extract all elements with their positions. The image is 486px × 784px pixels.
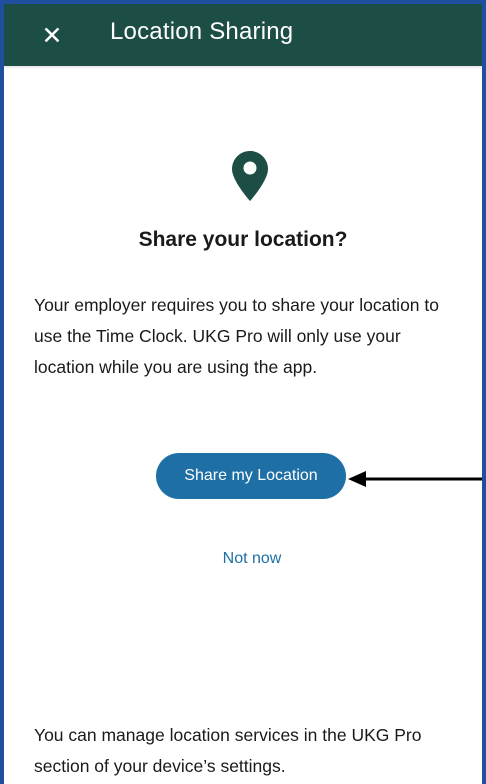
settings-note: You can manage location services in the … [34,725,422,776]
dialog-title: Share your location? [138,228,348,251]
dialog-message: Your employer requires you to share your… [34,295,439,377]
page-title: Location Sharing [110,18,294,45]
share-location-button[interactable]: Share my Location [156,453,346,499]
app-frame: ✕ Location Sharing Share your location? … [0,0,486,784]
top-app-bar: ✕ Location Sharing [4,4,482,66]
location-pin-icon [232,151,268,201]
arrow-left-icon [348,471,482,487]
not-now-link[interactable]: Not now [204,550,300,574]
close-icon[interactable]: ✕ [31,14,73,56]
